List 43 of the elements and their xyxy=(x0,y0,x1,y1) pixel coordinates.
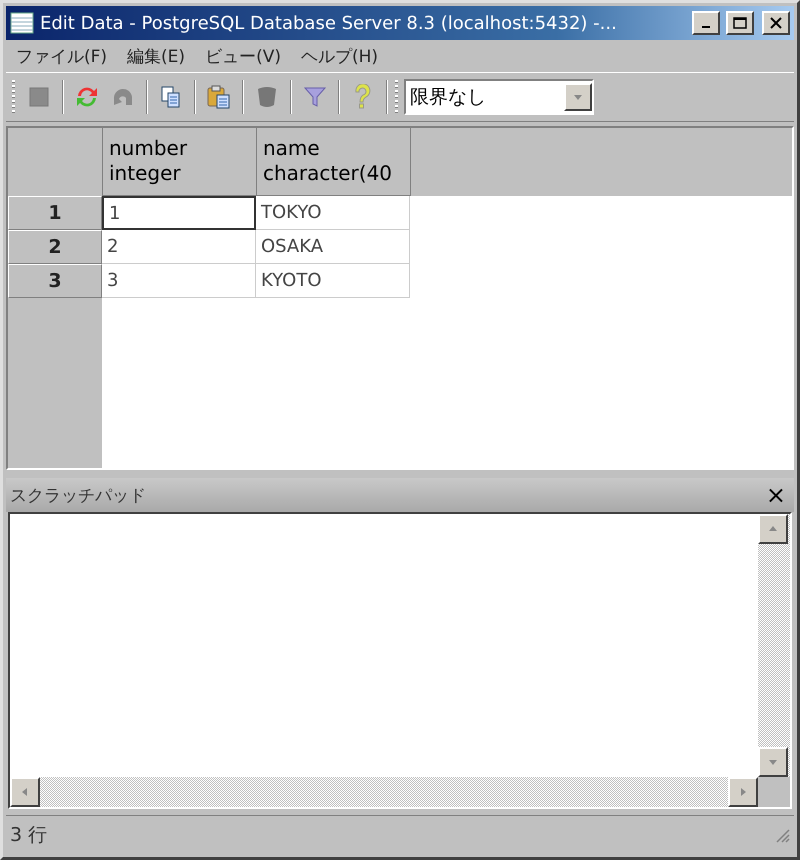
menu-item[interactable]: ビュー(V) xyxy=(199,44,295,68)
status-text: 3 行 xyxy=(10,823,48,848)
arrow-icon xyxy=(573,92,583,102)
scratch-pad-field[interactable] xyxy=(8,512,792,809)
horizontal-scrollbar[interactable] xyxy=(10,777,758,807)
close-button[interactable] xyxy=(762,11,790,35)
row-header[interactable]: 2 xyxy=(8,230,102,264)
table-cell[interactable]: TOKYO xyxy=(256,196,410,230)
scrollbar-corner xyxy=(758,777,790,807)
table-cell[interactable]: KYOTO xyxy=(256,264,410,298)
close-button[interactable]: × xyxy=(762,481,790,509)
help-icon xyxy=(354,84,372,110)
menu-item[interactable]: ヘルプ(H) xyxy=(294,44,392,68)
cylinder-icon xyxy=(256,85,278,109)
arrow-icon xyxy=(738,787,748,797)
paste-icon xyxy=(206,84,232,110)
column-header[interactable]: name character(40 xyxy=(257,128,411,196)
table-cell[interactable]: 3 xyxy=(102,264,256,298)
maximize-button[interactable] xyxy=(726,11,754,35)
filter-icon xyxy=(304,85,326,109)
window-title: Edit Data - PostgreSQL Database Server 8.3 (localhost:5432) -... xyxy=(40,12,618,34)
table-cell[interactable]: 1 xyxy=(102,196,256,230)
minimize-icon xyxy=(702,26,710,28)
close-icon xyxy=(770,17,782,29)
vertical-scrollbar[interactable] xyxy=(758,514,790,777)
arrow-icon xyxy=(768,524,778,534)
stop-icon xyxy=(28,86,50,108)
arrow-icon xyxy=(20,787,30,797)
arrow-icon xyxy=(768,757,778,767)
table-cell[interactable]: OSAKA xyxy=(256,230,410,264)
menu-item[interactable]: ファイル(F) xyxy=(10,44,122,68)
window-icon xyxy=(10,12,34,34)
limit-dropdown[interactable]: 限界なし xyxy=(404,79,594,115)
row-header[interactable]: 3 xyxy=(8,264,102,298)
menu-item[interactable]: 編集(E) xyxy=(121,44,200,68)
copy-icon xyxy=(160,85,182,109)
row-header[interactable]: 1 xyxy=(8,196,102,230)
resize-grip-icon xyxy=(774,827,790,843)
panel-title: スクラッチパッド xyxy=(10,484,147,506)
maximize-icon xyxy=(733,17,747,29)
table-cell[interactable]: 2 xyxy=(102,230,256,264)
column-header[interactable]: number integer xyxy=(103,128,257,196)
minimize-button[interactable] xyxy=(692,11,720,35)
